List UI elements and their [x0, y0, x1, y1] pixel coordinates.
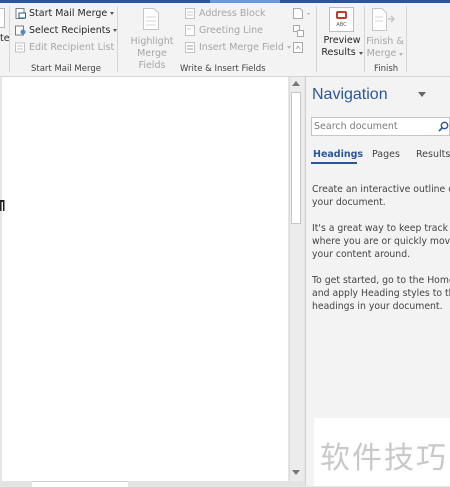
edit-recipient-list-button[interactable]: Edit Recipient List [15, 42, 114, 53]
rules-button[interactable] [293, 8, 313, 19]
group-label-write-insert-fields: Write & Insert Fields [180, 64, 266, 74]
chevron-down-icon [110, 12, 115, 15]
start-mail-merge-label: Start Mail Merge [29, 8, 108, 19]
select-recipients-label: Select Recipients [29, 25, 111, 36]
tab-results[interactable]: Results [416, 149, 450, 160]
nav-help-paragraph-1: Create an interactive outline of your do… [312, 183, 450, 209]
preview-results-button[interactable]: Preview Results [320, 35, 364, 59]
search-icon[interactable] [438, 121, 449, 132]
update-labels-icon [293, 42, 303, 53]
highlight-label-line1: Highlight [130, 36, 174, 47]
pane-options-chevron-icon[interactable] [418, 92, 426, 97]
search-placeholder: Search document [314, 121, 398, 132]
group-separator [117, 6, 118, 72]
greeting-line-button[interactable]: Greeting Line [185, 25, 263, 36]
group-label-finish: Finish [374, 64, 399, 74]
match-fields-icon [293, 25, 304, 37]
horizontal-scrollbar-thumb[interactable] [32, 481, 128, 487]
group-label-start-mail-merge: Start Mail Merge [31, 64, 101, 74]
scrollbar-thumb[interactable] [291, 92, 301, 224]
greeting-line-label: Greeting Line [199, 25, 263, 36]
update-labels-button[interactable] [293, 42, 305, 54]
page-edge [0, 77, 2, 481]
recipients-icon [15, 25, 26, 36]
group-separator [316, 6, 317, 72]
preview-eye-icon [336, 11, 347, 19]
navigation-title: Navigation [312, 86, 388, 103]
mail-merge-icon [15, 8, 26, 19]
highlight-label-line2: Merge Fields [137, 48, 167, 71]
document-page[interactable] [0, 77, 288, 481]
finish-merge-icon [372, 8, 398, 32]
abc-label: ABC [336, 22, 347, 28]
nav-help-line: Create an interactive outline of [312, 184, 450, 195]
watermark-text: 软件技巧 [320, 441, 448, 476]
scroll-up-arrow-icon[interactable] [292, 81, 300, 86]
edit-list-icon [15, 42, 26, 53]
start-mail-merge-button[interactable]: Start Mail Merge [15, 8, 115, 19]
end-of-cell-marker [0, 199, 5, 212]
active-tab-indicator [210, 0, 280, 3]
group-separator [9, 6, 10, 72]
greeting-line-icon [185, 25, 196, 36]
preview-label-line1: Preview [323, 35, 361, 46]
insert-merge-field-icon [185, 42, 196, 53]
address-block-label: Address Block [199, 8, 266, 19]
preview-results-icon: ABC [329, 7, 354, 32]
finish-merge-button[interactable]: Finish & Merge [364, 36, 406, 60]
nav-help-paragraph-3: To get started, go to the Home t and app… [312, 274, 450, 313]
nav-help-line: where you are or quickly move [312, 236, 450, 247]
address-block-icon [185, 8, 196, 19]
chevron-down-icon [358, 52, 363, 55]
nav-help-line: your content around. [312, 249, 411, 260]
highlight-merge-fields-icon [143, 8, 159, 30]
highlight-merge-fields-button[interactable]: Highlight Merge Fields [123, 36, 181, 72]
finish-label-line1: Finish & [366, 36, 404, 47]
edit-recipient-list-label: Edit Recipient List [29, 42, 115, 53]
chevron-down-icon [286, 46, 291, 49]
nav-help-line: headings in your document. [312, 301, 443, 312]
rules-icon [293, 8, 310, 19]
chevron-down-icon [399, 53, 404, 56]
scroll-down-arrow-icon[interactable] [292, 470, 300, 475]
active-tab-underline [311, 162, 357, 164]
finish-label-line2: Merge [366, 48, 397, 59]
insert-merge-field-label: Insert Merge Field [199, 42, 284, 53]
match-fields-button[interactable] [293, 25, 305, 37]
nav-help-line: To get started, go to the Home t [312, 275, 450, 286]
group-separator [406, 6, 407, 72]
preview-label-line2: Results [321, 47, 356, 58]
nav-help-paragraph-2: It's a great way to keep track of where … [312, 222, 450, 261]
nav-help-line: It's a great way to keep track of [312, 223, 450, 234]
tab-pages[interactable]: Pages [372, 149, 400, 160]
insert-merge-field-button[interactable]: Insert Merge Field [185, 42, 291, 53]
nav-help-line: and apply Heading styles to the [312, 288, 450, 299]
select-recipients-button[interactable]: Select Recipients [15, 25, 118, 36]
tab-headings[interactable]: Headings [313, 149, 363, 160]
cropped-ribbon-icon [0, 8, 5, 28]
address-block-button[interactable]: Address Block [185, 8, 266, 19]
nav-help-line: your document. [312, 197, 386, 208]
